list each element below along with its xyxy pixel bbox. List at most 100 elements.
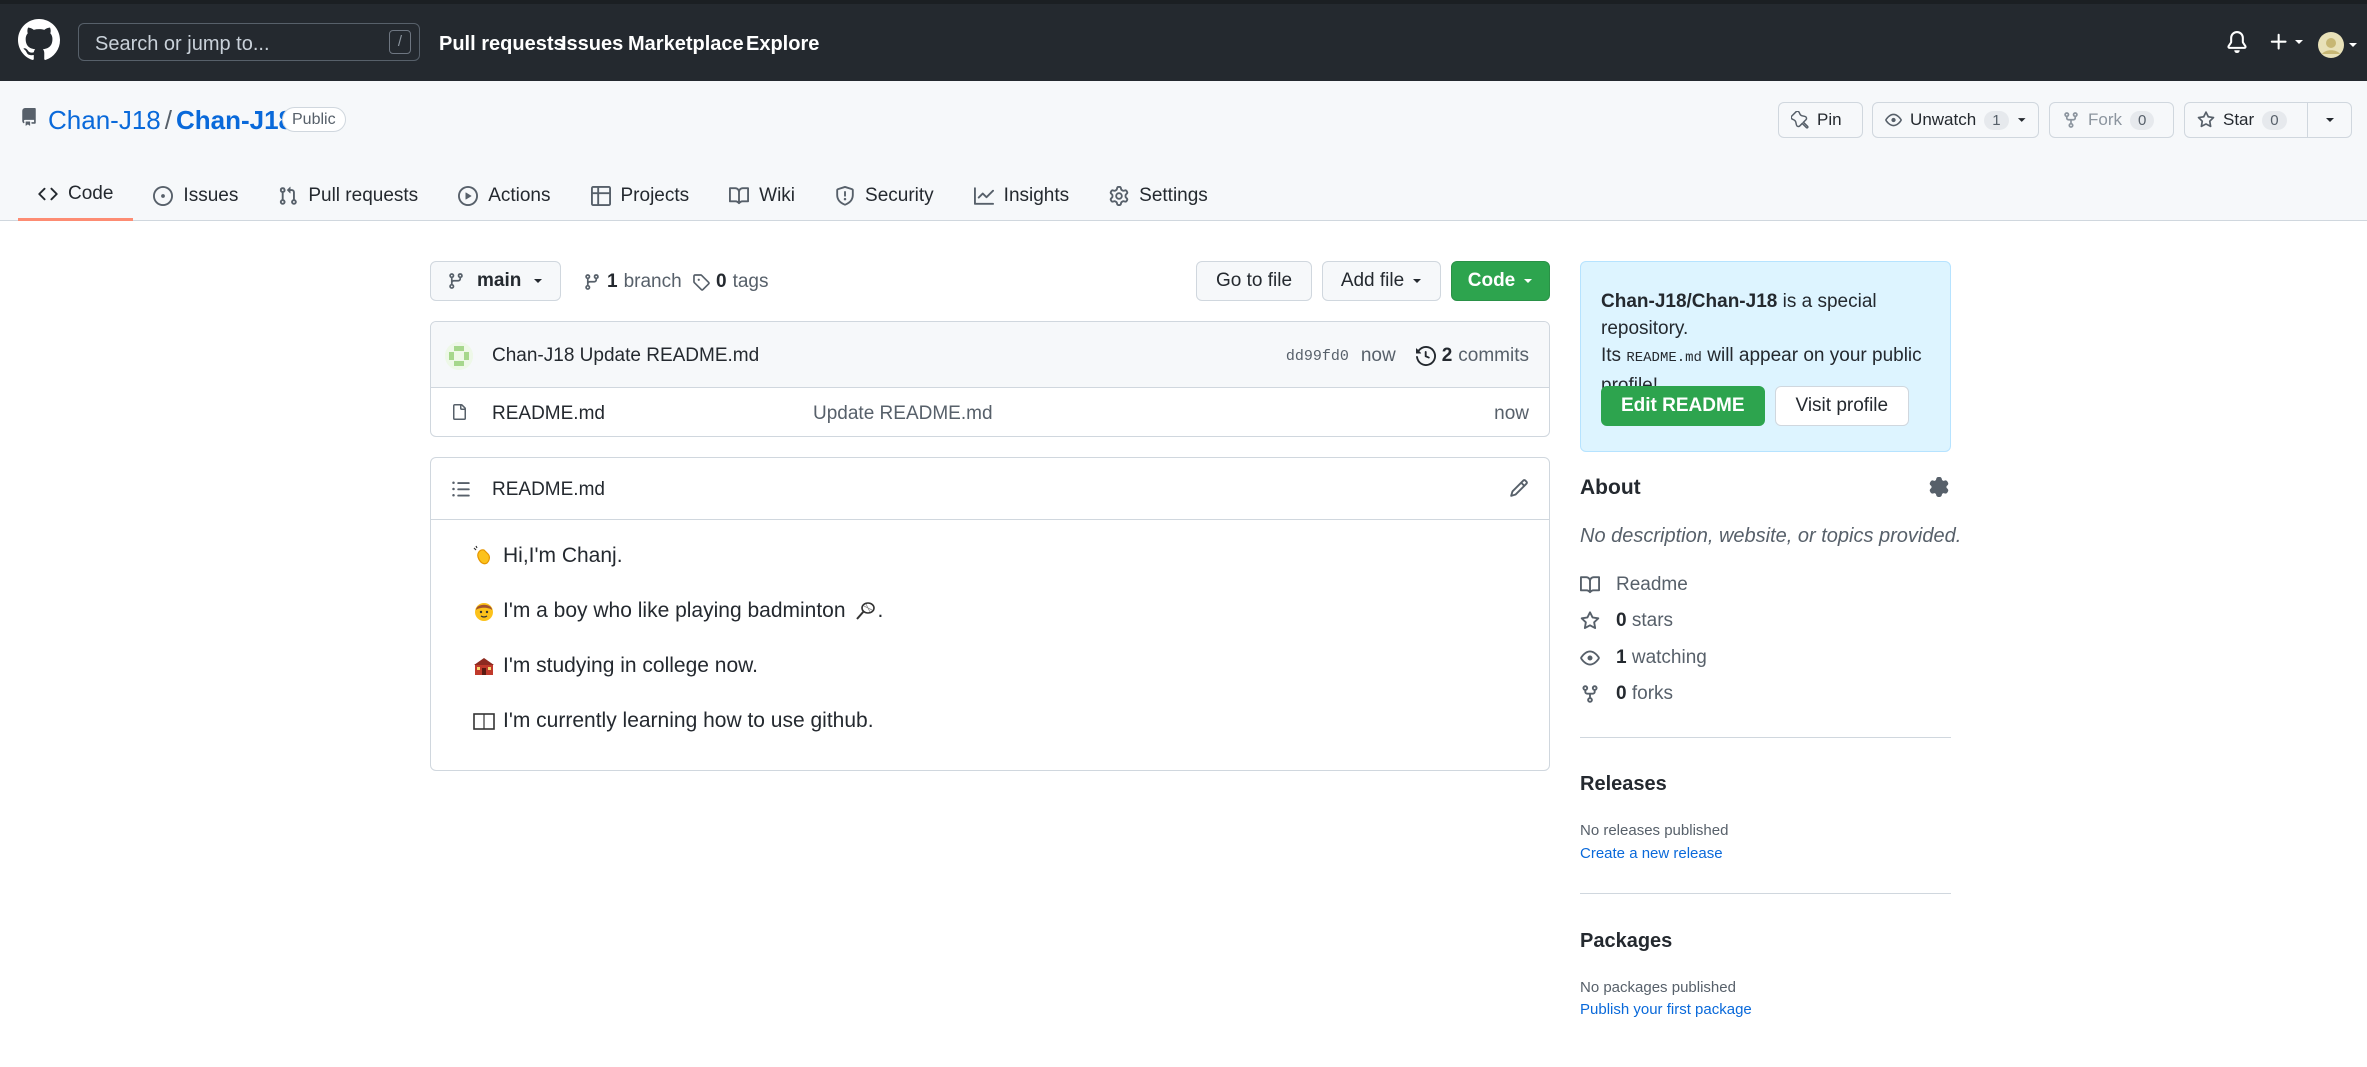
branches-link[interactable]: 1 branch: [583, 271, 682, 293]
readme-header: README.md: [431, 458, 1549, 520]
table-icon: [590, 185, 611, 206]
star-button[interactable]: Star 0: [2184, 102, 2308, 138]
tab-pull-requests[interactable]: Pull requests: [258, 170, 438, 221]
create-new-icon[interactable]: [2268, 31, 2304, 53]
packages-title[interactable]: Packages: [1580, 930, 1672, 953]
about-forks-link[interactable]: 0 forks: [1580, 683, 1673, 705]
tab-issues[interactable]: Issues: [133, 170, 258, 221]
tab-settings[interactable]: Settings: [1089, 170, 1228, 221]
tags-link[interactable]: 0 tags: [692, 271, 769, 293]
star-list-dropdown[interactable]: [2307, 102, 2352, 138]
add-file-label: Add file: [1340, 270, 1405, 291]
about-forks-label: forks: [1631, 683, 1674, 704]
tab-label: Insights: [1003, 184, 1070, 206]
tab-code[interactable]: Code: [18, 170, 134, 221]
commit-sha[interactable]: dd99fd0: [1286, 348, 1349, 365]
slash-shortcut-key: /: [389, 30, 411, 54]
file-icon: [453, 404, 466, 420]
about-watching-link[interactable]: 1 watching: [1580, 647, 1707, 669]
gear-icon[interactable]: [1929, 477, 1949, 497]
author-avatar[interactable]: [445, 342, 473, 370]
file-row[interactable]: README.md Update README.md now: [431, 388, 1549, 436]
repo-tabs: Code Issues Pull requests Actions Projec…: [18, 170, 1228, 221]
go-to-file-label: Go to file: [1215, 270, 1293, 291]
branch-selector[interactable]: main: [430, 261, 561, 301]
bell-icon[interactable]: [2226, 30, 2248, 54]
search-placeholder: Search or jump to...: [95, 33, 270, 55]
pencil-icon[interactable]: [1509, 478, 1529, 498]
unwatch-button[interactable]: Unwatch 1: [1872, 102, 2039, 138]
file-commit-message[interactable]: Update README.md: [813, 403, 993, 425]
about-watching-label: watching: [1631, 647, 1707, 668]
about-readme-link[interactable]: Readme: [1580, 574, 1688, 596]
about-readme-label: Readme: [1616, 574, 1688, 595]
history-icon: [1415, 346, 1436, 366]
add-file-button[interactable]: Add file: [1322, 261, 1441, 301]
readme-line-text: I'm a boy who like playing badminton: [503, 599, 846, 622]
repo-name-link[interactable]: Chan-J18: [176, 105, 293, 135]
commit-summary: Chan-J18 Update README.md: [492, 345, 759, 367]
readme-content: Hi,I'm Chanj. I'm a boy who like playing…: [431, 520, 1549, 784]
tab-projects[interactable]: Projects: [571, 170, 710, 221]
nav-marketplace[interactable]: Marketplace: [628, 33, 744, 56]
fork-icon: [1582, 685, 1598, 703]
code-button-label: Code: [1467, 270, 1516, 291]
tab-insights[interactable]: Insights: [954, 170, 1089, 221]
edit-readme-button[interactable]: Edit README: [1601, 386, 1765, 426]
tab-label: Code: [68, 183, 114, 204]
badminton-icon: [855, 602, 875, 620]
commit-count-label: commits: [1458, 345, 1529, 366]
github-logo-icon[interactable]: [18, 19, 60, 61]
tab-label: Issues: [183, 184, 239, 206]
file-commit-time: now: [1494, 403, 1529, 424]
file-name-link[interactable]: README.md: [492, 403, 605, 425]
tab-actions[interactable]: Actions: [438, 170, 570, 221]
tab-wiki[interactable]: Wiki: [709, 170, 815, 221]
create-release-link[interactable]: Create a new release: [1580, 845, 1723, 862]
commit-author[interactable]: Chan-J18: [492, 345, 574, 366]
publish-package-link[interactable]: Publish your first package: [1580, 1001, 1752, 1018]
latest-commit: Chan-J18 Update README.md dd99fd0 now 2 …: [431, 322, 1549, 388]
list-unordered-icon[interactable]: [451, 479, 471, 499]
about-forks-count: 0: [1616, 683, 1627, 704]
pin-button[interactable]: Pin: [1778, 102, 1863, 138]
search-input[interactable]: Search or jump to... /: [78, 23, 420, 61]
commits-link[interactable]: 2 commits: [1415, 345, 1529, 367]
gear-icon: [1109, 185, 1129, 206]
shield-icon: [836, 185, 854, 206]
nav-issues[interactable]: Issues: [561, 33, 623, 56]
commit-time: now: [1360, 345, 1396, 366]
avatar[interactable]: [2318, 32, 2358, 58]
fork-button[interactable]: Fork 0: [2049, 102, 2174, 138]
special-actions: Edit README Visit profile: [1601, 386, 1910, 426]
sidebar-divider: [1580, 737, 1951, 738]
chevron-down-icon: [2017, 118, 2026, 122]
watch-counter: 1: [1984, 110, 2009, 130]
go-to-file-button[interactable]: Go to file: [1196, 261, 1312, 301]
about-stars-count: 0: [1616, 610, 1627, 631]
repo-title: Chan-J18/Chan-J18: [48, 105, 293, 136]
special-repo-text: Chan-J18/Chan-J18 is a special repositor…: [1601, 288, 1930, 399]
eye-icon: [1885, 113, 1902, 127]
readme-line-text: I'm currently learning how to use github…: [503, 709, 874, 732]
about-watching-count: 1: [1616, 647, 1627, 668]
repo-separator: /: [164, 105, 172, 135]
commit-count: 2: [1441, 345, 1453, 366]
nav-pull-requests[interactable]: Pull requests: [439, 33, 565, 56]
sidebar-divider: [1580, 893, 1951, 894]
about-stars-link[interactable]: 0 stars: [1580, 610, 1673, 632]
chevron-down-icon: [2325, 118, 2334, 122]
tag-count: 0: [716, 271, 727, 292]
code-button[interactable]: Code: [1451, 261, 1550, 301]
nav-explore[interactable]: Explore: [746, 33, 819, 56]
pull-request-icon: [280, 186, 298, 205]
readme-line: I'm currently learning how to use github…: [473, 707, 1507, 735]
tab-security[interactable]: Security: [815, 170, 954, 221]
fork-label: Fork: [2088, 110, 2122, 129]
releases-title[interactable]: Releases: [1580, 773, 1667, 796]
visit-profile-button[interactable]: Visit profile: [1774, 386, 1910, 426]
special-file-name: README.md: [1626, 350, 1702, 366]
repo-header: Chan-J18/Chan-J18 Public Pin Unwatch 1 F…: [0, 81, 2367, 221]
repo-owner-link[interactable]: Chan-J18: [48, 105, 161, 135]
commit-message[interactable]: Update README.md: [580, 345, 760, 366]
